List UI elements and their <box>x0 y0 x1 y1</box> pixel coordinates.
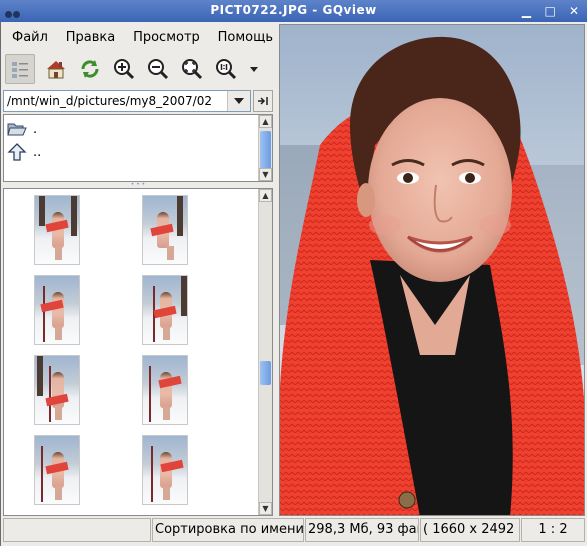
path-go-button[interactable] <box>253 90 273 112</box>
thumbnail-scrollbar[interactable]: ▲ ▼ <box>258 189 272 515</box>
zoom-fit-button[interactable] <box>177 54 207 84</box>
refresh-icon <box>81 60 99 78</box>
status-sort[interactable]: Сортировка по имени <box>152 518 304 542</box>
menu-bar: Файл Правка Просмотр Помощь <box>4 28 279 48</box>
thumbnails-toggle-button[interactable] <box>5 54 35 84</box>
zoom-1to1-button[interactable] <box>211 54 241 84</box>
zoom-out-icon <box>148 59 169 80</box>
window-title: PICT0722.JPG - GQview <box>210 3 377 17</box>
zoom-out-button[interactable] <box>143 54 173 84</box>
directory-item-label: . <box>33 121 38 137</box>
directory-item-label: .. <box>33 144 42 160</box>
zoom-in-button[interactable] <box>109 54 139 84</box>
thumbnail[interactable] <box>142 355 188 425</box>
status-bar: Сортировка по имени 298,3 Мб, 93 фай ( 1… <box>3 518 585 542</box>
thumbnail[interactable] <box>142 435 188 505</box>
scroll-up-icon[interactable]: ▲ <box>259 115 272 128</box>
chevron-down-icon <box>234 98 244 104</box>
thumbnails-toggle-icon <box>12 62 28 78</box>
directory-scrollbar[interactable]: ▲ ▼ <box>258 115 272 181</box>
dropdown-arrow-icon <box>250 67 258 72</box>
menu-file[interactable]: Файл <box>12 28 48 48</box>
directory-item-parent[interactable]: .. <box>7 141 41 163</box>
menu-help[interactable]: Помощь <box>218 28 273 48</box>
thumbnail[interactable] <box>142 275 188 345</box>
scroll-thumb[interactable] <box>260 361 271 385</box>
path-input[interactable]: /mnt/win_d/pictures/my8_2007/02 <box>7 94 227 108</box>
toolbar <box>3 52 273 86</box>
scroll-thumb[interactable] <box>260 131 271 169</box>
status-dimensions: ( 1660 x 2492 ) <box>420 518 520 542</box>
title-bar: PICT0722.JPG - GQview ▁ □ ✕ <box>0 0 587 22</box>
go-arrow-icon <box>258 97 268 105</box>
thumbnail[interactable] <box>142 195 188 265</box>
zoom-in-icon <box>114 59 135 80</box>
directory-list: . .. ▲ ▼ <box>3 114 273 182</box>
image-view[interactable] <box>279 24 585 516</box>
thumbnail[interactable] <box>34 435 80 505</box>
menu-view[interactable]: Просмотр <box>133 28 200 48</box>
up-arrow-icon <box>7 143 27 161</box>
home-icon <box>47 61 65 79</box>
directory-item-current[interactable]: . <box>7 118 37 140</box>
path-combo[interactable]: /mnt/win_d/pictures/my8_2007/02 <box>3 90 251 112</box>
zoom-1to1-icon <box>216 59 237 80</box>
scroll-down-icon[interactable]: ▼ <box>259 168 272 181</box>
zoom-fit-icon <box>182 59 203 80</box>
thumbnail-grid: ▲ ▼ <box>3 188 273 516</box>
menu-edit[interactable]: Правка <box>66 28 115 48</box>
scroll-up-icon[interactable]: ▲ <box>259 189 272 202</box>
status-progress <box>3 518 151 542</box>
status-zoom: 1 : 2 <box>521 518 585 542</box>
open-folder-icon <box>7 123 27 136</box>
photo <box>280 25 584 515</box>
toolbar-more-button[interactable] <box>243 54 265 84</box>
scroll-down-icon[interactable]: ▼ <box>259 502 272 515</box>
close-icon[interactable]: ✕ <box>567 4 581 18</box>
thumbnail[interactable] <box>34 195 80 265</box>
thumbnail[interactable] <box>34 355 80 425</box>
thumbnail[interactable] <box>34 275 80 345</box>
maximize-icon[interactable]: □ <box>543 4 557 18</box>
path-dropdown-button[interactable] <box>227 91 250 111</box>
status-info: 298,3 Мб, 93 фай <box>305 518 419 542</box>
minimize-icon[interactable]: ▁ <box>519 4 533 18</box>
refresh-button[interactable] <box>75 54 105 84</box>
home-button[interactable] <box>41 54 71 84</box>
